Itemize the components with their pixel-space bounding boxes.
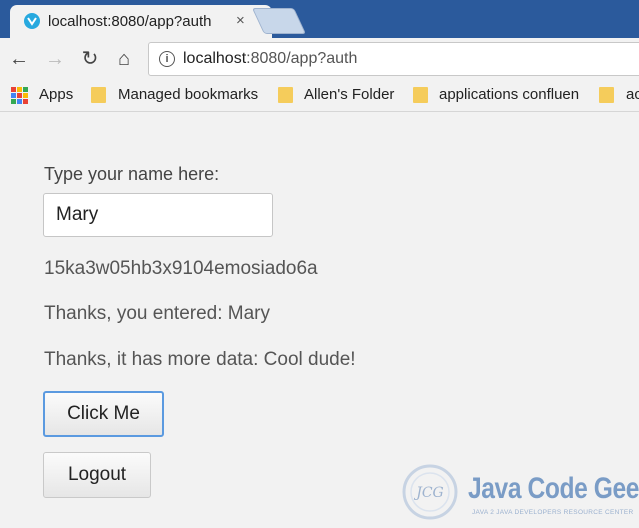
back-icon[interactable]: ← [8, 48, 30, 70]
bookmarks-bar: Apps Managed bookmarks Allen's Folder ap… [0, 79, 639, 112]
url-host: localhost [183, 50, 247, 67]
jcg-logo-icon: JCG [402, 464, 458, 520]
click-me-button[interactable]: Click Me [43, 391, 164, 437]
logout-button[interactable]: Logout [43, 452, 151, 498]
name-prompt-label: Type your name here: [44, 164, 220, 184]
forward-icon[interactable]: → [44, 48, 66, 70]
tab-title: localhost:8080/app?auth [48, 13, 212, 30]
url-text[interactable]: localhost:8080/app?auth [183, 50, 357, 68]
home-icon[interactable]: ⌂ [113, 48, 135, 70]
url-path: :8080/app?auth [246, 50, 358, 67]
folder-icon [91, 87, 106, 103]
app-page: Type your name here: 15ka3w05hb3x9104emo… [0, 112, 639, 528]
bookmark-apps[interactable]: Apps [39, 86, 73, 103]
folder-icon [599, 87, 614, 103]
entered-message: Thanks, you entered: Mary [44, 303, 270, 324]
jcg-subtitle: JAVA 2 JAVA DEVELOPERS RESOURCE CENTER [472, 509, 634, 516]
close-tab-icon[interactable]: × [236, 12, 245, 29]
browser-toolbar: ← → ↻ ⌂ i localhost:8080/app?auth [0, 38, 639, 79]
jcg-title: Java Code Geeks [468, 472, 639, 505]
jcg-badge-text: JCG [413, 485, 444, 501]
bookmark-allens-folder[interactable]: Allen's Folder [304, 86, 394, 103]
bookmark-managed[interactable]: Managed bookmarks [118, 86, 258, 103]
browser-tab-strip: localhost:8080/app?auth × [0, 0, 639, 38]
vaadin-favicon-icon [24, 13, 40, 29]
bookmark-applications[interactable]: applications confluen [439, 86, 581, 103]
name-input[interactable] [43, 193, 273, 237]
bookmark-ac[interactable]: ac [626, 86, 639, 103]
folder-icon [413, 87, 428, 103]
info-icon[interactable]: i [159, 51, 175, 67]
address-bar[interactable]: i localhost:8080/app?auth [148, 42, 639, 76]
more-data-message: Thanks, it has more data: Cool dude! [44, 349, 356, 370]
folder-icon [278, 87, 293, 103]
apps-grid-icon [11, 87, 28, 104]
browser-tab[interactable]: localhost:8080/app?auth × [10, 5, 272, 38]
reload-icon[interactable]: ↻ [79, 48, 101, 70]
session-token: 15ka3w05hb3x9104emosiado6a [44, 258, 318, 279]
